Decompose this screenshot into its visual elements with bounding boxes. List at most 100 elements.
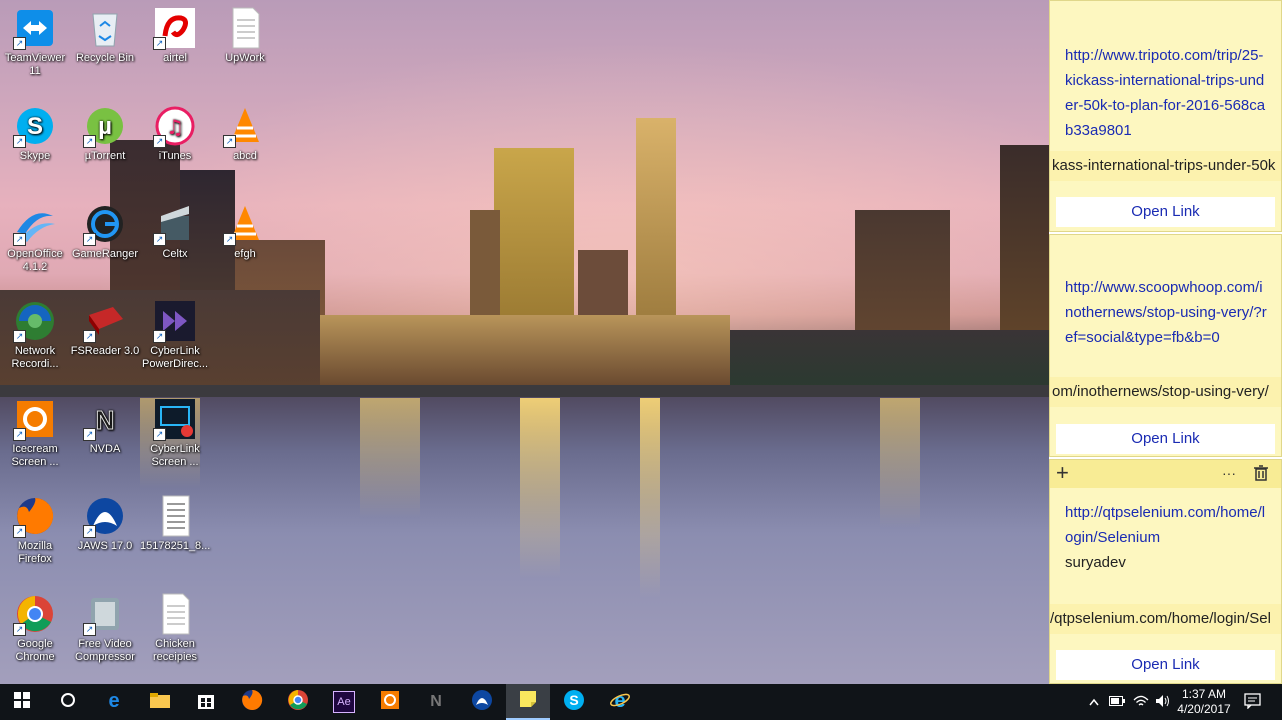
skype-icon: S ↗ — [13, 104, 57, 148]
teamviewer-icon: ↗ — [13, 6, 57, 50]
svg-text:S: S — [569, 692, 578, 708]
sticky-notes-icon — [519, 690, 537, 713]
chevron-up-icon — [1089, 695, 1099, 709]
desktop-icon-itunes[interactable]: ♫ ↗ iTunes — [140, 104, 210, 163]
document-icon — [223, 6, 267, 50]
taskbar-jaws[interactable] — [460, 684, 504, 720]
desktop-icon-chicken-receipies[interactable]: Chicken receipies — [140, 592, 210, 664]
taskbar-edge[interactable]: e — [92, 684, 136, 720]
taskbar-ie[interactable]: e — [598, 684, 642, 720]
gameranger-icon: ↗ — [83, 202, 127, 246]
clock-date: 4/20/2017 — [1177, 702, 1231, 716]
action-center-button[interactable] — [1238, 684, 1268, 720]
desktop-icon-powerdirector[interactable]: ↗ CyberLink PowerDirec... — [140, 299, 210, 371]
battery-button[interactable] — [1106, 684, 1128, 720]
svg-text:♫: ♫ — [166, 115, 184, 139]
desktop-icon-jaws[interactable]: ↗ JAWS 17.0 — [70, 494, 140, 553]
desktop-icon-icecream[interactable]: ↗ Icecream Screen ... — [0, 397, 70, 469]
battery-icon — [1109, 695, 1125, 709]
svg-text:e: e — [614, 690, 625, 711]
chrome-icon: ↗ — [13, 592, 57, 636]
firefox-icon — [241, 689, 263, 716]
skype-icon: S — [563, 689, 585, 716]
network-button[interactable] — [1130, 684, 1152, 720]
note-text: suryadev — [1065, 554, 1126, 571]
svg-text:µ: µ — [98, 113, 112, 140]
start-button[interactable] — [0, 684, 44, 720]
powerdirector-icon: ↗ — [153, 299, 197, 343]
note-url[interactable]: http://www.scoopwhoop.com/inothernews/st… — [1065, 275, 1269, 350]
taskbar-nvda[interactable]: N — [414, 684, 458, 720]
desktop-icon-nvda[interactable]: N ↗ NVDA — [70, 397, 140, 456]
desktop-icon-firefox[interactable]: ↗ Mozilla Firefox — [0, 494, 70, 566]
taskbar-firefox[interactable] — [230, 684, 274, 720]
more-menu-button[interactable]: ··· — [1222, 460, 1236, 486]
taskbar-sticky-notes[interactable] — [506, 684, 550, 720]
desktop-icon-chrome[interactable]: ↗ Google Chrome — [0, 592, 70, 664]
clock[interactable]: 1:37 AM 4/20/2017 — [1176, 684, 1232, 720]
note-url[interactable]: http://qtpselenium.com/home/login/Seleni… — [1065, 500, 1269, 550]
desktop-icon-recycle-bin[interactable]: Recycle Bin — [70, 6, 140, 65]
cyberlink-screen-icon: ↗ — [153, 397, 197, 441]
desktop-icon-airtel[interactable]: ↗ airtel — [140, 6, 210, 65]
fsreader-icon: ↗ — [83, 299, 127, 343]
desktop-icon-openoffice[interactable]: ↗ OpenOffice 4.1.2 — [0, 202, 70, 274]
desktop-icon-teamviewer[interactable]: ↗ TeamViewer 11 — [0, 6, 70, 78]
desktop-icon-gameranger[interactable]: ↗ GameRanger — [70, 202, 140, 261]
desktop-icon-image-file[interactable]: 15178251_8... — [140, 494, 210, 553]
video-compressor-icon: ↗ — [83, 592, 127, 636]
wifi-icon — [1133, 694, 1149, 711]
tray-overflow-button[interactable] — [1084, 684, 1104, 720]
desktop-icon-efgh[interactable]: ↗ efgh — [210, 202, 280, 261]
ie-icon: e — [609, 689, 631, 716]
taskbar-skype[interactable]: S — [552, 684, 596, 720]
jaws-icon — [471, 689, 493, 716]
svg-text:e: e — [108, 690, 119, 711]
volume-button[interactable] — [1152, 684, 1174, 720]
trash-icon[interactable] — [1254, 465, 1268, 486]
cortana-button[interactable] — [46, 684, 90, 720]
icecream-icon — [380, 690, 400, 715]
svg-text:N: N — [96, 405, 115, 435]
sticky-note-3[interactable]: + ··· http://qtpselenium.com/home/login/… — [1049, 459, 1282, 684]
note-toolbar: + ··· — [1050, 460, 1281, 488]
vlc-icon: ↗ — [223, 104, 267, 148]
desktop-icon-network-recorder[interactable]: ↗ Network Recordi... — [0, 299, 70, 371]
open-link-button[interactable]: Open Link — [1056, 650, 1275, 680]
desktop-icon-fsreader[interactable]: ↗ FSReader 3.0 — [70, 299, 140, 358]
note-url[interactable]: http://www.tripoto.com/trip/25-kickass-i… — [1065, 43, 1269, 143]
jaws-icon: ↗ — [83, 494, 127, 538]
notification-icon — [1244, 692, 1262, 712]
document-icon — [153, 592, 197, 636]
edge-icon: e — [103, 689, 125, 716]
network-recorder-icon: ↗ — [13, 299, 57, 343]
desktop-icon-video-compressor[interactable]: ↗ Free Video Compressor — [70, 592, 140, 664]
openoffice-icon: ↗ — [13, 202, 57, 246]
taskbar-file-explorer[interactable] — [138, 684, 182, 720]
taskbar-store[interactable] — [184, 684, 228, 720]
desktop-icon-upwork[interactable]: UpWork — [210, 6, 280, 65]
desktop-icon-abcd[interactable]: ↗ abcd — [210, 104, 280, 163]
svg-text:S: S — [27, 113, 43, 140]
icecream-icon: ↗ — [13, 397, 57, 441]
link-preview: om/inothernews/stop-using-very/ — [1050, 377, 1281, 407]
open-link-button[interactable]: Open Link — [1056, 424, 1275, 454]
add-note-button[interactable]: + — [1056, 460, 1069, 486]
desktop-icon-utorrent[interactable]: µ ↗ µTorrent — [70, 104, 140, 163]
link-preview: /qtpselenium.com/home/login/Sel — [1050, 604, 1281, 634]
open-link-button[interactable]: Open Link — [1056, 197, 1275, 227]
desktop-icon-skype[interactable]: S ↗ Skype — [0, 104, 70, 163]
taskbar-chrome[interactable] — [276, 684, 320, 720]
chrome-icon — [287, 689, 309, 716]
after-effects-icon: Ae — [333, 691, 355, 713]
svg-text:N: N — [430, 693, 442, 710]
desktop-icon-cyberlink-screen[interactable]: ↗ CyberLink Screen ... — [140, 397, 210, 469]
sticky-note-2[interactable]: http://www.scoopwhoop.com/inothernews/st… — [1049, 234, 1282, 457]
taskbar-icecream[interactable] — [368, 684, 412, 720]
taskbar-after-effects[interactable]: Ae — [322, 684, 366, 720]
airtel-icon: ↗ — [153, 6, 197, 50]
clock-time: 1:37 AM — [1181, 687, 1227, 701]
sticky-note-1[interactable]: http://www.tripoto.com/trip/25-kickass-i… — [1049, 0, 1282, 232]
volume-icon — [1155, 694, 1171, 711]
desktop-icon-celtx[interactable]: ↗ Celtx — [140, 202, 210, 261]
